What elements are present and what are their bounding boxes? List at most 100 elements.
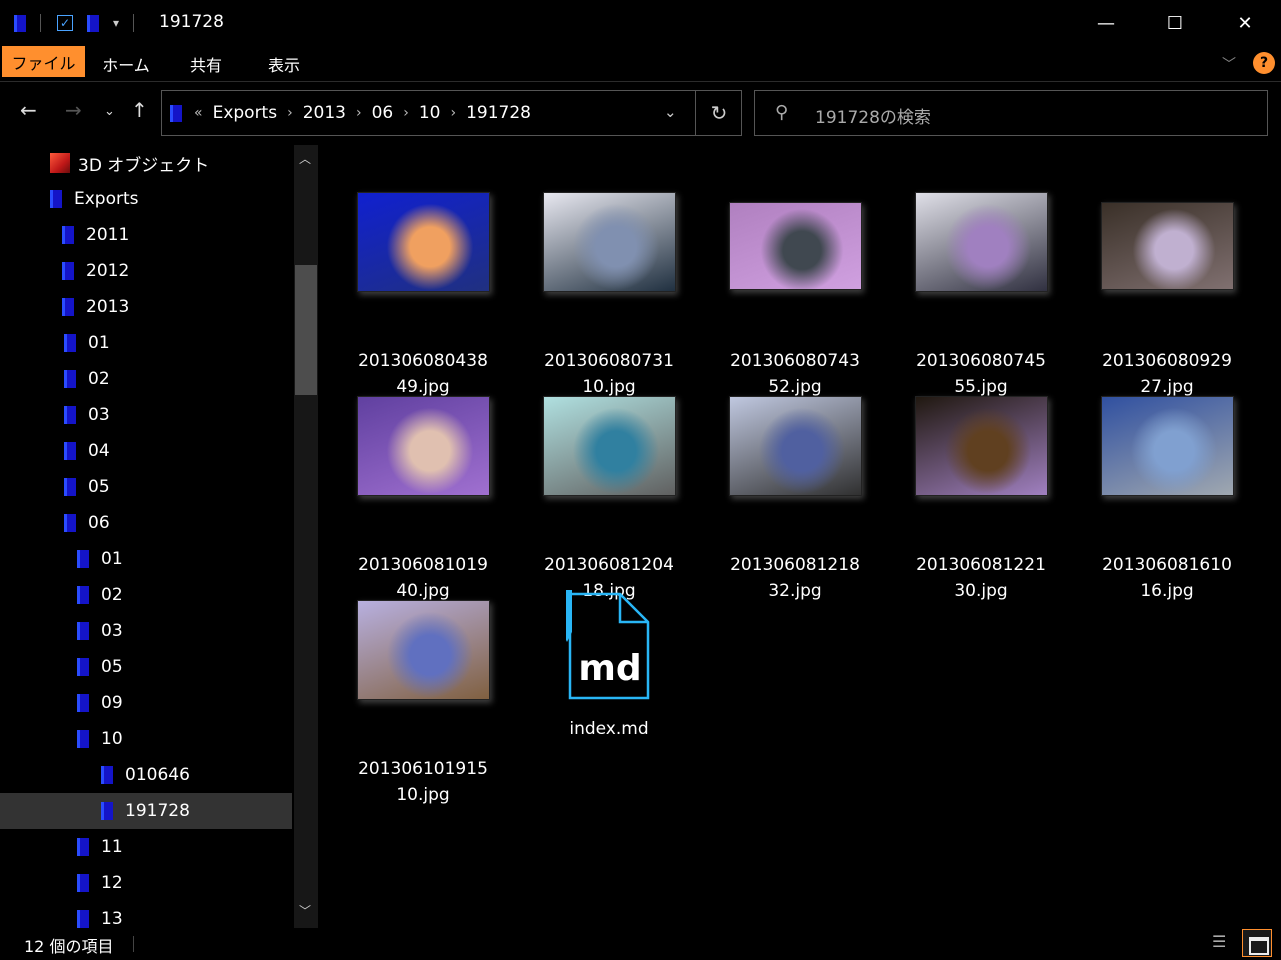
nav-item[interactable]: 191728 xyxy=(0,793,292,829)
file-item[interactable]: 20130608074352.jpg xyxy=(702,192,888,397)
nav-item[interactable]: 09 xyxy=(0,685,292,721)
image-thumbnail xyxy=(915,192,1048,292)
file-item[interactable]: 20130608121832.jpg xyxy=(702,396,888,601)
search-box[interactable]: ⚲ 191728の検索 xyxy=(754,90,1268,136)
tab-home[interactable]: ホーム xyxy=(94,48,158,80)
nav-item[interactable]: 2013 xyxy=(0,289,292,325)
folder-icon xyxy=(77,658,89,676)
file-item[interactable]: 20130608074555.jpg xyxy=(888,192,1074,397)
file-item[interactable]: 20130608122130.jpg xyxy=(888,396,1074,601)
breadcrumb-item[interactable]: 10 xyxy=(419,103,441,123)
new-folder-icon[interactable] xyxy=(87,14,99,32)
file-item[interactable]: 20130608092927.jpg xyxy=(1074,192,1260,397)
breadcrumb-item[interactable]: 2013 xyxy=(303,103,346,123)
nav-item[interactable]: 02 xyxy=(0,577,292,613)
chevron-down-icon[interactable]: ⌄ xyxy=(664,103,677,121)
folder-icon xyxy=(77,838,89,856)
chevron-right-icon[interactable]: › xyxy=(356,105,362,121)
chevron-right-icon[interactable]: › xyxy=(403,105,409,121)
nav-item-label: 010646 xyxy=(125,765,190,785)
nav-scrollbar-thumb[interactable] xyxy=(295,265,317,395)
file-item[interactable]: 20130608073110.jpg xyxy=(516,192,702,397)
nav-item[interactable]: 010646 xyxy=(0,757,292,793)
nav-item[interactable]: 2012 xyxy=(0,253,292,289)
folder-icon xyxy=(77,586,89,604)
image-thumbnail xyxy=(543,396,676,496)
tab-file[interactable]: ファイル xyxy=(2,46,85,77)
nav-scrollbar[interactable] xyxy=(294,145,318,928)
image-thumbnail xyxy=(729,202,862,290)
search-placeholder[interactable]: 191728の検索 xyxy=(815,103,931,128)
close-button[interactable]: ✕ xyxy=(1210,0,1280,46)
search-icon: ⚲ xyxy=(775,102,789,123)
refresh-icon[interactable]: ↻ xyxy=(695,90,742,136)
file-name: 20130608122130.jpg xyxy=(916,555,1046,601)
large-icons-view-icon[interactable] xyxy=(1242,929,1272,957)
folder-icon xyxy=(14,14,26,32)
folder-icon xyxy=(64,406,76,424)
file-name: 20130608092927.jpg xyxy=(1102,351,1232,397)
breadcrumb-item[interactable]: 191728 xyxy=(466,103,531,123)
ribbon-tabs: ファイル ホーム 共有 表示 ﹀ ? xyxy=(0,46,1281,82)
up-arrow-icon[interactable]: ↑ xyxy=(131,98,148,122)
folder-icon xyxy=(77,910,89,928)
back-arrow-icon[interactable]: ← xyxy=(20,98,37,122)
folder-icon xyxy=(77,694,89,712)
help-button[interactable]: ? xyxy=(1253,52,1275,74)
nav-item-label: 03 xyxy=(101,621,123,641)
chevron-right-icon[interactable]: › xyxy=(287,105,293,121)
file-item[interactable]: 20130608101940.jpg xyxy=(330,396,516,601)
image-thumbnail xyxy=(357,396,490,496)
file-item[interactable]: 20130610191510.jpg xyxy=(330,600,516,805)
nav-item[interactable]: 13 xyxy=(0,901,292,928)
nav-item[interactable]: 04 xyxy=(0,433,292,469)
nav-item[interactable]: Exports xyxy=(0,181,292,217)
properties-check-icon[interactable]: ✓ xyxy=(57,15,73,31)
nav-item-label: 3D オブジェクト xyxy=(78,155,210,176)
nav-item[interactable]: 12 xyxy=(0,865,292,901)
nav-item-label: 10 xyxy=(101,729,123,749)
nav-item[interactable]: 11 xyxy=(0,829,292,865)
address-bar[interactable]: « Exports › 2013 › 06 › 10 › 191728 ⌄ ↻ xyxy=(161,90,742,136)
chevron-right-icon[interactable]: › xyxy=(450,105,456,121)
nav-item[interactable]: 03 xyxy=(0,613,292,649)
nav-item[interactable]: 2011 xyxy=(0,217,292,253)
breadcrumb-item[interactable]: Exports xyxy=(213,103,278,123)
breadcrumb-item[interactable]: 06 xyxy=(372,103,394,123)
tab-share[interactable]: 共有 xyxy=(176,48,236,80)
file-item[interactable]: md index.md xyxy=(516,590,702,800)
nav-item[interactable]: 05 xyxy=(0,649,292,685)
3d-objects-icon xyxy=(50,153,70,173)
nav-item[interactable]: 05 xyxy=(0,469,292,505)
nav-item[interactable]: 01 xyxy=(0,541,292,577)
maximize-button[interactable]: ☐ xyxy=(1140,0,1210,46)
nav-item[interactable]: 01 xyxy=(0,325,292,361)
folder-icon xyxy=(62,298,74,316)
file-item[interactable]: 20130608043849.jpg xyxy=(330,192,516,397)
nav-item[interactable]: 02 xyxy=(0,361,292,397)
folder-icon xyxy=(77,550,89,568)
expand-ribbon-icon[interactable]: ﹀ xyxy=(1222,54,1236,74)
image-thumbnail xyxy=(357,192,490,292)
nav-item[interactable]: 03 xyxy=(0,397,292,433)
file-item[interactable]: 20130608161016.jpg xyxy=(1074,396,1260,601)
status-bar: 12 個の項目 ☰ xyxy=(0,928,1281,960)
file-name: 20130608161016.jpg xyxy=(1102,555,1232,601)
folder-icon xyxy=(50,190,62,208)
nav-item-label: 05 xyxy=(88,477,110,497)
scroll-down-icon[interactable]: ﹀ xyxy=(299,902,311,919)
details-view-icon[interactable]: ☰ xyxy=(1212,932,1236,954)
nav-item[interactable]: 06 xyxy=(0,505,292,541)
recent-locations-icon[interactable]: ⌄ xyxy=(104,104,115,119)
scroll-up-icon[interactable]: ︿ xyxy=(299,150,311,167)
folder-icon xyxy=(64,442,76,460)
breadcrumb-overflow[interactable]: « xyxy=(194,105,203,121)
file-item[interactable]: 20130608120418.jpg xyxy=(516,396,702,601)
item-count: 12 個の項目 xyxy=(24,937,114,956)
nav-item[interactable]: 3D オブジェクト xyxy=(0,145,292,181)
minimize-button[interactable]: — xyxy=(1071,0,1141,46)
forward-arrow-icon[interactable]: → xyxy=(65,98,82,122)
tab-view[interactable]: 表示 xyxy=(254,48,314,80)
customize-toolbar-icon[interactable]: ▾ xyxy=(113,16,119,30)
nav-item[interactable]: 10 xyxy=(0,721,292,757)
